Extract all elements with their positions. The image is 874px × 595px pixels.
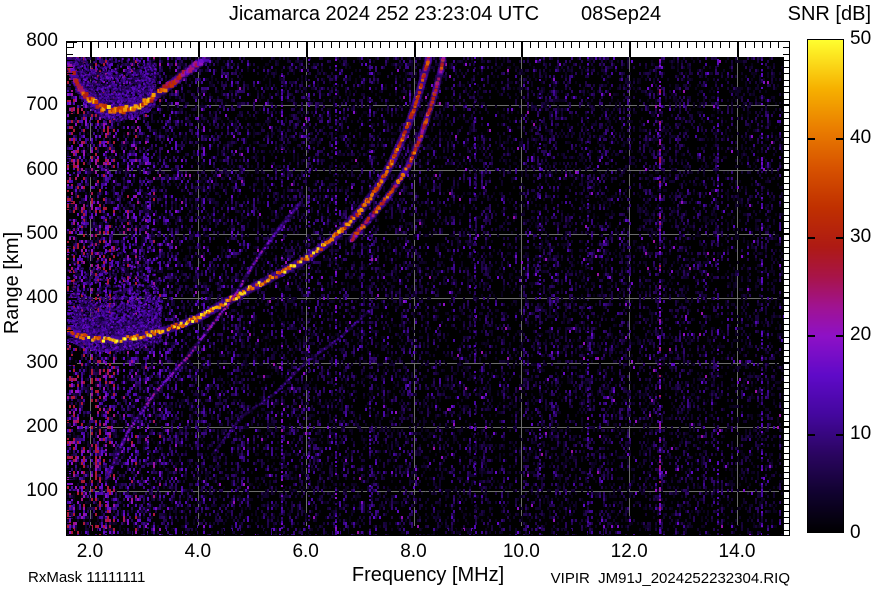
colorbar-tick-label: 0 — [850, 522, 861, 543]
colorbar-tick-label: 20 — [850, 324, 872, 346]
colorbar-tick-label: 30 — [850, 225, 872, 247]
y-axis-tick-label: 700 — [26, 94, 58, 116]
colorbar-tick-label: 50 — [850, 28, 872, 49]
y-axis-tick-label: 300 — [26, 351, 58, 373]
colorbar-title: SNR [dB] — [787, 3, 871, 25]
y-axis-tick-label: 800 — [26, 30, 58, 51]
x-axis-tick-label: 4.0 — [184, 541, 212, 562]
ionogram-figure: Jicamarca 2024 252 23:23:04 UTC 08Sep24 S… — [0, 0, 874, 595]
x-axis-tick-label: 8.0 — [400, 541, 427, 562]
y-axis-tick-label: 600 — [26, 158, 58, 180]
y-axis-tick-label: 400 — [26, 287, 58, 309]
snr-colorbar-canvas — [807, 39, 844, 533]
plot-title-text: Jicamarca 2024 252 23:23:04 UTC — [228, 3, 540, 25]
x-axis-tick-label: 10.0 — [502, 541, 540, 562]
colorbar-tick-label: 10 — [850, 423, 872, 445]
x-axis-tick-label: 12.0 — [610, 541, 648, 562]
colorbar-tick-label: 40 — [850, 126, 872, 148]
x-axis-tick-label: 6.0 — [292, 541, 319, 562]
y-axis-tick-label: 200 — [26, 415, 58, 437]
plot-date: 08Sep24 — [581, 3, 662, 25]
rx-mask-text: RxMask 11111111 — [28, 569, 146, 586]
data-file-id-text: VIPIR JM91J_2024252232304.RIQ — [550, 570, 790, 587]
y-axis-tick-label: 100 — [26, 480, 58, 502]
y-axis-tick-label: 500 — [26, 222, 58, 244]
ionogram-plot-canvas — [66, 41, 790, 536]
plot-title: Jicamarca 2024 252 23:23:04 UTC 08Sep24 — [66, 3, 824, 26]
x-axis-tick-label: 14.0 — [718, 541, 756, 562]
x-axis-tick-label: 2.0 — [76, 541, 104, 562]
